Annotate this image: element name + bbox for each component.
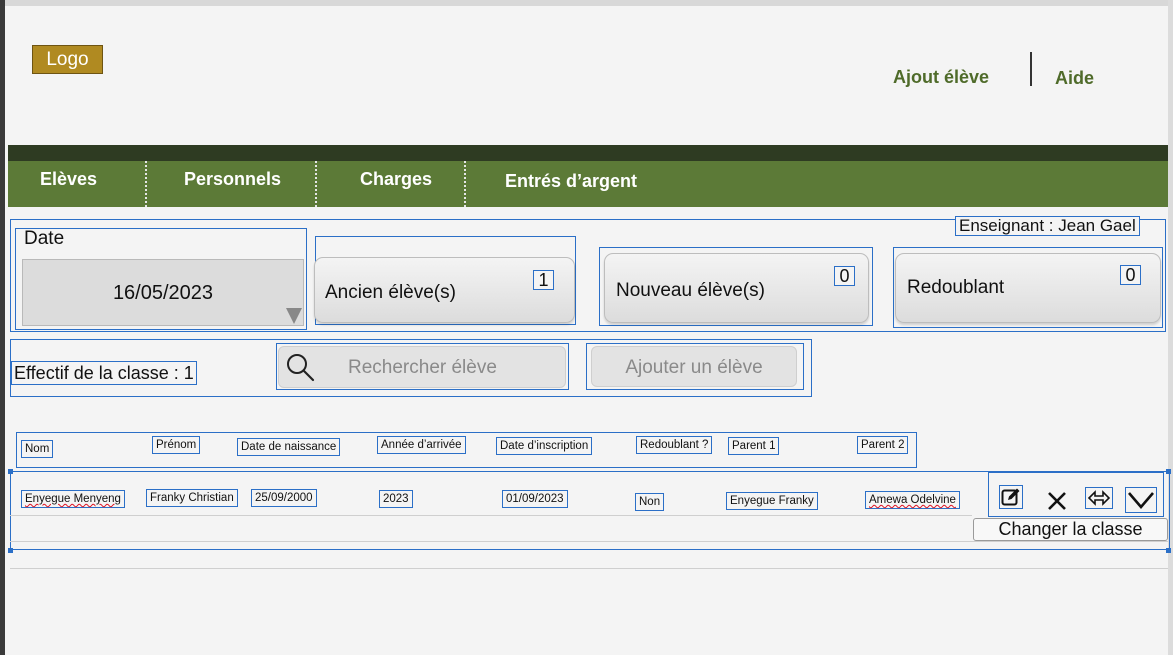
- ancien-eleves-count: 1: [533, 270, 554, 290]
- add-student-button[interactable]: Ajouter un élève: [591, 346, 797, 387]
- selection-handle[interactable]: [8, 548, 13, 553]
- cell-nom: Enyegue Menyeng: [21, 490, 125, 508]
- cell-parent-2: Amewa Odelvine: [865, 491, 960, 509]
- redoublant-count: 0: [1120, 265, 1141, 285]
- add-student-label: Ajouter un élève: [625, 357, 763, 378]
- header-divider: [1030, 52, 1032, 86]
- class-size-label: Effectif de la classe : 1: [11, 361, 197, 385]
- col-header-date-inscription[interactable]: Date d’inscription: [496, 437, 593, 455]
- cell-redoublant: Non: [635, 493, 665, 511]
- app-frame: Logo Ajout élève Aide Elèves Personnels …: [0, 0, 1173, 663]
- col-header-parent-2[interactable]: Parent 2: [857, 436, 909, 454]
- frame-left-edge: [0, 0, 5, 663]
- nav-item-eleves[interactable]: Elèves: [40, 169, 97, 190]
- selection-handle[interactable]: [1166, 548, 1171, 553]
- row-divider: [10, 515, 972, 516]
- delete-icon[interactable]: [1045, 489, 1069, 513]
- nouveau-eleves-count: 0: [834, 266, 855, 286]
- edit-icon[interactable]: [999, 485, 1023, 509]
- col-header-parent-1[interactable]: Parent 1: [728, 437, 780, 455]
- col-header-redoublant[interactable]: Redoublant ?: [636, 436, 713, 454]
- main-navbar: Elèves Personnels Charges Entrés d’argen…: [8, 161, 1168, 207]
- date-value: 16/05/2023: [112, 282, 214, 304]
- ancien-eleves-label: Ancien élève(s): [325, 282, 456, 303]
- col-header-annee-arrivee[interactable]: Année d’arrivée: [377, 436, 466, 454]
- navbar-top-strip: [8, 145, 1168, 161]
- row-divider: [10, 541, 1168, 542]
- dropdown-caret-icon[interactable]: [286, 308, 302, 324]
- swap-icon[interactable]: [1085, 487, 1113, 509]
- logo[interactable]: Logo: [32, 45, 103, 74]
- frame-bottom-edge: [0, 655, 1173, 663]
- frame-right-edge: [1168, 0, 1173, 663]
- cell-prenom: Franky Christian: [146, 489, 238, 507]
- search-input[interactable]: Rechercher élève: [278, 346, 566, 388]
- nav-item-entrees-argent[interactable]: Entrés d’argent: [505, 171, 637, 192]
- nav-separator: [145, 161, 147, 207]
- cell-date-naissance: 25/09/2000: [251, 489, 317, 507]
- selection-handle[interactable]: [1166, 469, 1171, 474]
- help-link[interactable]: Aide: [1055, 68, 1094, 89]
- nouveau-eleves-label: Nouveau élève(s): [616, 280, 765, 301]
- redoublant-label: Redoublant: [907, 277, 1005, 298]
- frame-top-edge: [0, 0, 1173, 6]
- cell-date-inscription: 01/09/2023: [502, 490, 568, 508]
- search-icon[interactable]: [285, 352, 317, 384]
- col-header-nom[interactable]: Nom: [21, 440, 54, 458]
- add-student-link[interactable]: Ajout élève: [893, 67, 989, 88]
- selection-handle[interactable]: [8, 469, 13, 474]
- date-picker[interactable]: 16/05/2023: [22, 259, 304, 326]
- expand-icon[interactable]: [1125, 487, 1157, 513]
- col-header-prenom[interactable]: Prénom: [152, 436, 201, 454]
- cell-parent-1: Enyegue Franky: [726, 492, 818, 510]
- nav-item-personnels[interactable]: Personnels: [184, 169, 281, 190]
- date-label: Date: [24, 228, 65, 249]
- cell-annee-arrivee: 2023: [379, 490, 413, 508]
- table-bottom-line: [10, 568, 1168, 569]
- nav-item-charges[interactable]: Charges: [360, 169, 432, 190]
- change-class-button[interactable]: Changer la classe: [973, 518, 1168, 541]
- nav-separator: [464, 161, 466, 207]
- col-header-date-naissance[interactable]: Date de naissance: [237, 438, 341, 456]
- nav-separator: [315, 161, 317, 207]
- teacher-label: Enseignant : Jean Gael: [955, 216, 1140, 236]
- search-placeholder: Rechercher élève: [348, 357, 497, 378]
